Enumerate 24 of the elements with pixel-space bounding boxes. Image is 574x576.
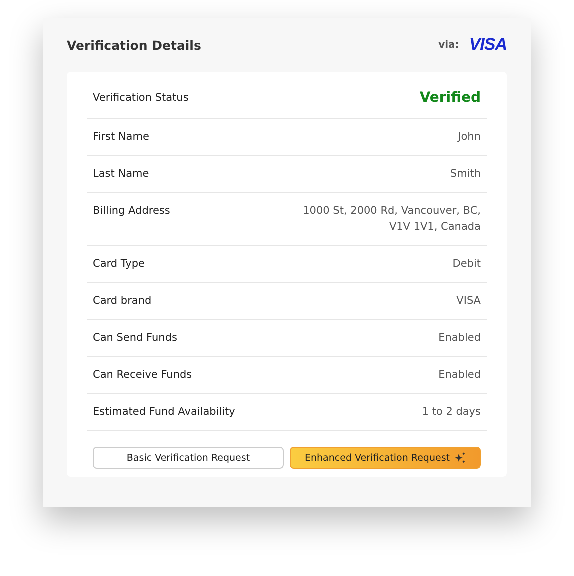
field-value: VISA xyxy=(456,294,481,309)
field-label: First Name xyxy=(93,130,150,145)
field-label: Verification Status xyxy=(93,91,189,106)
field-label: Can Send Funds xyxy=(93,331,178,346)
field-label: Estimated Fund Availability xyxy=(93,405,236,420)
field-value: Debit xyxy=(452,257,481,272)
field-value: Enabled xyxy=(438,368,481,383)
field-label: Card brand xyxy=(93,294,152,309)
field-value: 1000 St, 2000 Rd, Vancouver, BC, V1V 1V1, Canada xyxy=(302,204,481,235)
field-value: John xyxy=(458,130,481,145)
field-value: Enabled xyxy=(438,331,481,346)
request-button[interactable]: Basic Verification Request xyxy=(93,447,284,469)
field-label: Card Type xyxy=(93,257,146,272)
status-value: Verified xyxy=(420,90,481,106)
via-label: via: xyxy=(438,40,460,50)
field-label: Billing Address xyxy=(93,204,170,219)
field-value: 1 to 2 days xyxy=(422,405,481,420)
field-label: Can Receive Funds xyxy=(93,368,192,383)
card-brand-logo: VISA xyxy=(469,35,507,55)
panel-title: Verification Details xyxy=(67,38,202,52)
request-button[interactable]: Enhanced Verification Request xyxy=(290,447,481,469)
sparkle-icon xyxy=(454,452,466,464)
field-label: Last Name xyxy=(93,167,150,182)
field-value: Smith xyxy=(450,167,481,182)
